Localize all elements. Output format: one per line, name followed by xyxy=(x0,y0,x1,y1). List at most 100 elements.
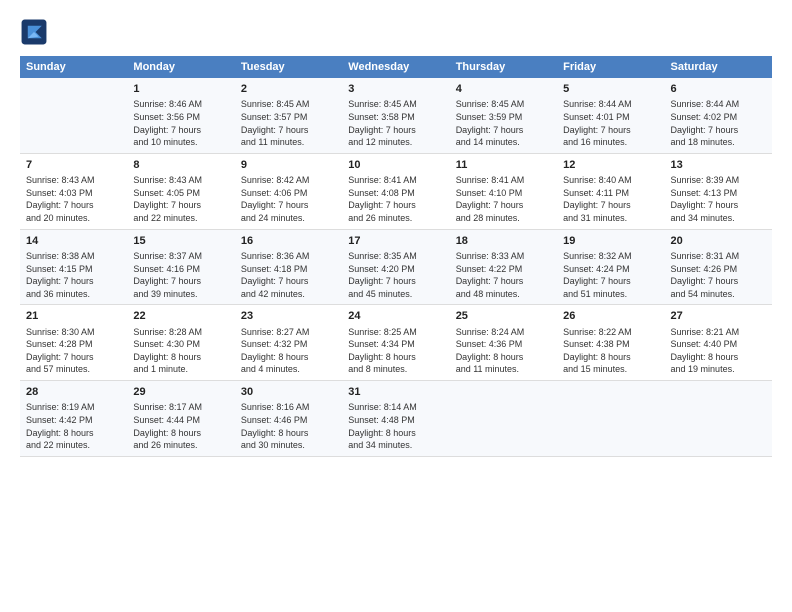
day-number: 27 xyxy=(671,309,766,324)
calendar-cell: 30Sunrise: 8:16 AM Sunset: 4:46 PM Dayli… xyxy=(235,381,342,457)
calendar-cell xyxy=(20,78,127,153)
calendar-page: SundayMondayTuesdayWednesdayThursdayFrid… xyxy=(0,0,792,612)
day-number: 3 xyxy=(348,82,443,97)
day-number: 17 xyxy=(348,234,443,249)
day-number: 16 xyxy=(241,234,336,249)
col-header-tuesday: Tuesday xyxy=(235,56,342,78)
col-header-sunday: Sunday xyxy=(20,56,127,78)
calendar-cell: 16Sunrise: 8:36 AM Sunset: 4:18 PM Dayli… xyxy=(235,229,342,305)
logo xyxy=(20,18,52,46)
calendar-cell: 8Sunrise: 8:43 AM Sunset: 4:05 PM Daylig… xyxy=(127,153,234,229)
day-info: Sunrise: 8:44 AM Sunset: 4:01 PM Dayligh… xyxy=(563,98,658,148)
calendar-cell: 22 Sunrise: 8:28 AM Sunset: 4:30 PM Dayli… xyxy=(127,305,234,381)
day-info: Sunrise: 8:22 AM Sunset: 4:38 PM Dayligh… xyxy=(563,326,658,376)
day-info: Sunrise: 8:25 AM Sunset: 4:34 PM Dayligh… xyxy=(348,326,443,376)
day-info: Sunrise: 8:40 AM Sunset: 4:11 PM Dayligh… xyxy=(563,174,658,224)
day-info: Sunrise: 8:42 AM Sunset: 4:06 PM Dayligh… xyxy=(241,174,336,224)
day-number: 13 xyxy=(671,158,766,173)
day-info: Sunrise: 8:46 AM Sunset: 3:56 PM Dayligh… xyxy=(133,98,228,148)
logo-icon xyxy=(20,18,48,46)
day-info: Sunrise: 8:19 AM Sunset: 4:42 PM Dayligh… xyxy=(26,401,121,451)
day-number: 2 xyxy=(241,82,336,97)
calendar-cell: 10Sunrise: 8:41 AM Sunset: 4:08 PM Dayli… xyxy=(342,153,449,229)
day-number: 19 xyxy=(563,234,658,249)
calendar-cell: 26 Sunrise: 8:22 AM Sunset: 4:38 PM Dayli… xyxy=(557,305,664,381)
calendar-cell: 13Sunrise: 8:39 AM Sunset: 4:13 PM Dayli… xyxy=(665,153,772,229)
col-header-friday: Friday xyxy=(557,56,664,78)
calendar-cell: 25Sunrise: 8:24 AM Sunset: 4:36 PM Dayli… xyxy=(450,305,557,381)
day-number: 18 xyxy=(456,234,551,249)
calendar-cell: 21 Sunrise: 8:30 AM Sunset: 4:28 PM Dayli… xyxy=(20,305,127,381)
calendar-cell: 14Sunrise: 8:38 AM Sunset: 4:15 PM Dayli… xyxy=(20,229,127,305)
calendar-cell: 12Sunrise: 8:40 AM Sunset: 4:11 PM Dayli… xyxy=(557,153,664,229)
day-number: 7 xyxy=(26,158,121,173)
calendar-cell: 7Sunrise: 8:43 AM Sunset: 4:03 PM Daylig… xyxy=(20,153,127,229)
day-info: Sunrise: 8:35 AM Sunset: 4:20 PM Dayligh… xyxy=(348,250,443,300)
day-number: 30 xyxy=(241,385,336,400)
week-row-1: 1Sunrise: 8:46 AM Sunset: 3:56 PM Daylig… xyxy=(20,78,772,153)
calendar-cell: 15Sunrise: 8:37 AM Sunset: 4:16 PM Dayli… xyxy=(127,229,234,305)
day-info: Sunrise: 8:45 AM Sunset: 3:58 PM Dayligh… xyxy=(348,98,443,148)
calendar-cell: 17Sunrise: 8:35 AM Sunset: 4:20 PM Dayli… xyxy=(342,229,449,305)
calendar-cell: 5Sunrise: 8:44 AM Sunset: 4:01 PM Daylig… xyxy=(557,78,664,153)
day-info: Sunrise: 8:33 AM Sunset: 4:22 PM Dayligh… xyxy=(456,250,551,300)
day-info: Sunrise: 8:28 AM Sunset: 4:30 PM Dayligh… xyxy=(133,326,228,376)
calendar-cell: 18Sunrise: 8:33 AM Sunset: 4:22 PM Dayli… xyxy=(450,229,557,305)
calendar-cell xyxy=(450,381,557,457)
day-number: 5 xyxy=(563,82,658,97)
calendar-cell: 2Sunrise: 8:45 AM Sunset: 3:57 PM Daylig… xyxy=(235,78,342,153)
day-info: Sunrise: 8:43 AM Sunset: 4:03 PM Dayligh… xyxy=(26,174,121,224)
day-number: 23 xyxy=(241,309,336,324)
day-info: Sunrise: 8:32 AM Sunset: 4:24 PM Dayligh… xyxy=(563,250,658,300)
calendar-body: 1Sunrise: 8:46 AM Sunset: 3:56 PM Daylig… xyxy=(20,78,772,456)
day-info: Sunrise: 8:30 AM Sunset: 4:28 PM Dayligh… xyxy=(26,326,121,376)
week-row-5: 28Sunrise: 8:19 AM Sunset: 4:42 PM Dayli… xyxy=(20,381,772,457)
day-number: 26 xyxy=(563,309,658,324)
calendar-cell: 23 Sunrise: 8:27 AM Sunset: 4:32 PM Dayli… xyxy=(235,305,342,381)
calendar-cell: 28Sunrise: 8:19 AM Sunset: 4:42 PM Dayli… xyxy=(20,381,127,457)
calendar-table: SundayMondayTuesdayWednesdayThursdayFrid… xyxy=(20,56,772,457)
day-info: Sunrise: 8:45 AM Sunset: 3:57 PM Dayligh… xyxy=(241,98,336,148)
day-number: 24 xyxy=(348,309,443,324)
calendar-cell: 1Sunrise: 8:46 AM Sunset: 3:56 PM Daylig… xyxy=(127,78,234,153)
calendar-cell: 27Sunrise: 8:21 AM Sunset: 4:40 PM Dayli… xyxy=(665,305,772,381)
day-number: 25 xyxy=(456,309,551,324)
day-number: 15 xyxy=(133,234,228,249)
calendar-cell: 9Sunrise: 8:42 AM Sunset: 4:06 PM Daylig… xyxy=(235,153,342,229)
calendar-cell: 31Sunrise: 8:14 AM Sunset: 4:48 PM Dayli… xyxy=(342,381,449,457)
day-number: 8 xyxy=(133,158,228,173)
header-row: SundayMondayTuesdayWednesdayThursdayFrid… xyxy=(20,56,772,78)
day-number: 14 xyxy=(26,234,121,249)
day-info: Sunrise: 8:31 AM Sunset: 4:26 PM Dayligh… xyxy=(671,250,766,300)
day-number: 4 xyxy=(456,82,551,97)
calendar-cell xyxy=(557,381,664,457)
day-number: 21 xyxy=(26,309,121,324)
day-info: Sunrise: 8:39 AM Sunset: 4:13 PM Dayligh… xyxy=(671,174,766,224)
calendar-cell: 19Sunrise: 8:32 AM Sunset: 4:24 PM Dayli… xyxy=(557,229,664,305)
day-number: 20 xyxy=(671,234,766,249)
calendar-cell: 20Sunrise: 8:31 AM Sunset: 4:26 PM Dayli… xyxy=(665,229,772,305)
day-number: 28 xyxy=(26,385,121,400)
day-info: Sunrise: 8:27 AM Sunset: 4:32 PM Dayligh… xyxy=(241,326,336,376)
col-header-saturday: Saturday xyxy=(665,56,772,78)
day-number: 12 xyxy=(563,158,658,173)
calendar-header: SundayMondayTuesdayWednesdayThursdayFrid… xyxy=(20,56,772,78)
calendar-cell: 3Sunrise: 8:45 AM Sunset: 3:58 PM Daylig… xyxy=(342,78,449,153)
day-number: 10 xyxy=(348,158,443,173)
day-number: 1 xyxy=(133,82,228,97)
day-info: Sunrise: 8:17 AM Sunset: 4:44 PM Dayligh… xyxy=(133,401,228,451)
day-number: 29 xyxy=(133,385,228,400)
calendar-cell: 11Sunrise: 8:41 AM Sunset: 4:10 PM Dayli… xyxy=(450,153,557,229)
calendar-cell: 6Sunrise: 8:44 AM Sunset: 4:02 PM Daylig… xyxy=(665,78,772,153)
day-info: Sunrise: 8:16 AM Sunset: 4:46 PM Dayligh… xyxy=(241,401,336,451)
day-info: Sunrise: 8:45 AM Sunset: 3:59 PM Dayligh… xyxy=(456,98,551,148)
day-number: 31 xyxy=(348,385,443,400)
week-row-3: 14Sunrise: 8:38 AM Sunset: 4:15 PM Dayli… xyxy=(20,229,772,305)
day-number: 22 xyxy=(133,309,228,324)
calendar-cell xyxy=(665,381,772,457)
week-row-2: 7Sunrise: 8:43 AM Sunset: 4:03 PM Daylig… xyxy=(20,153,772,229)
day-info: Sunrise: 8:14 AM Sunset: 4:48 PM Dayligh… xyxy=(348,401,443,451)
day-info: Sunrise: 8:36 AM Sunset: 4:18 PM Dayligh… xyxy=(241,250,336,300)
day-info: Sunrise: 8:43 AM Sunset: 4:05 PM Dayligh… xyxy=(133,174,228,224)
header xyxy=(20,18,772,46)
